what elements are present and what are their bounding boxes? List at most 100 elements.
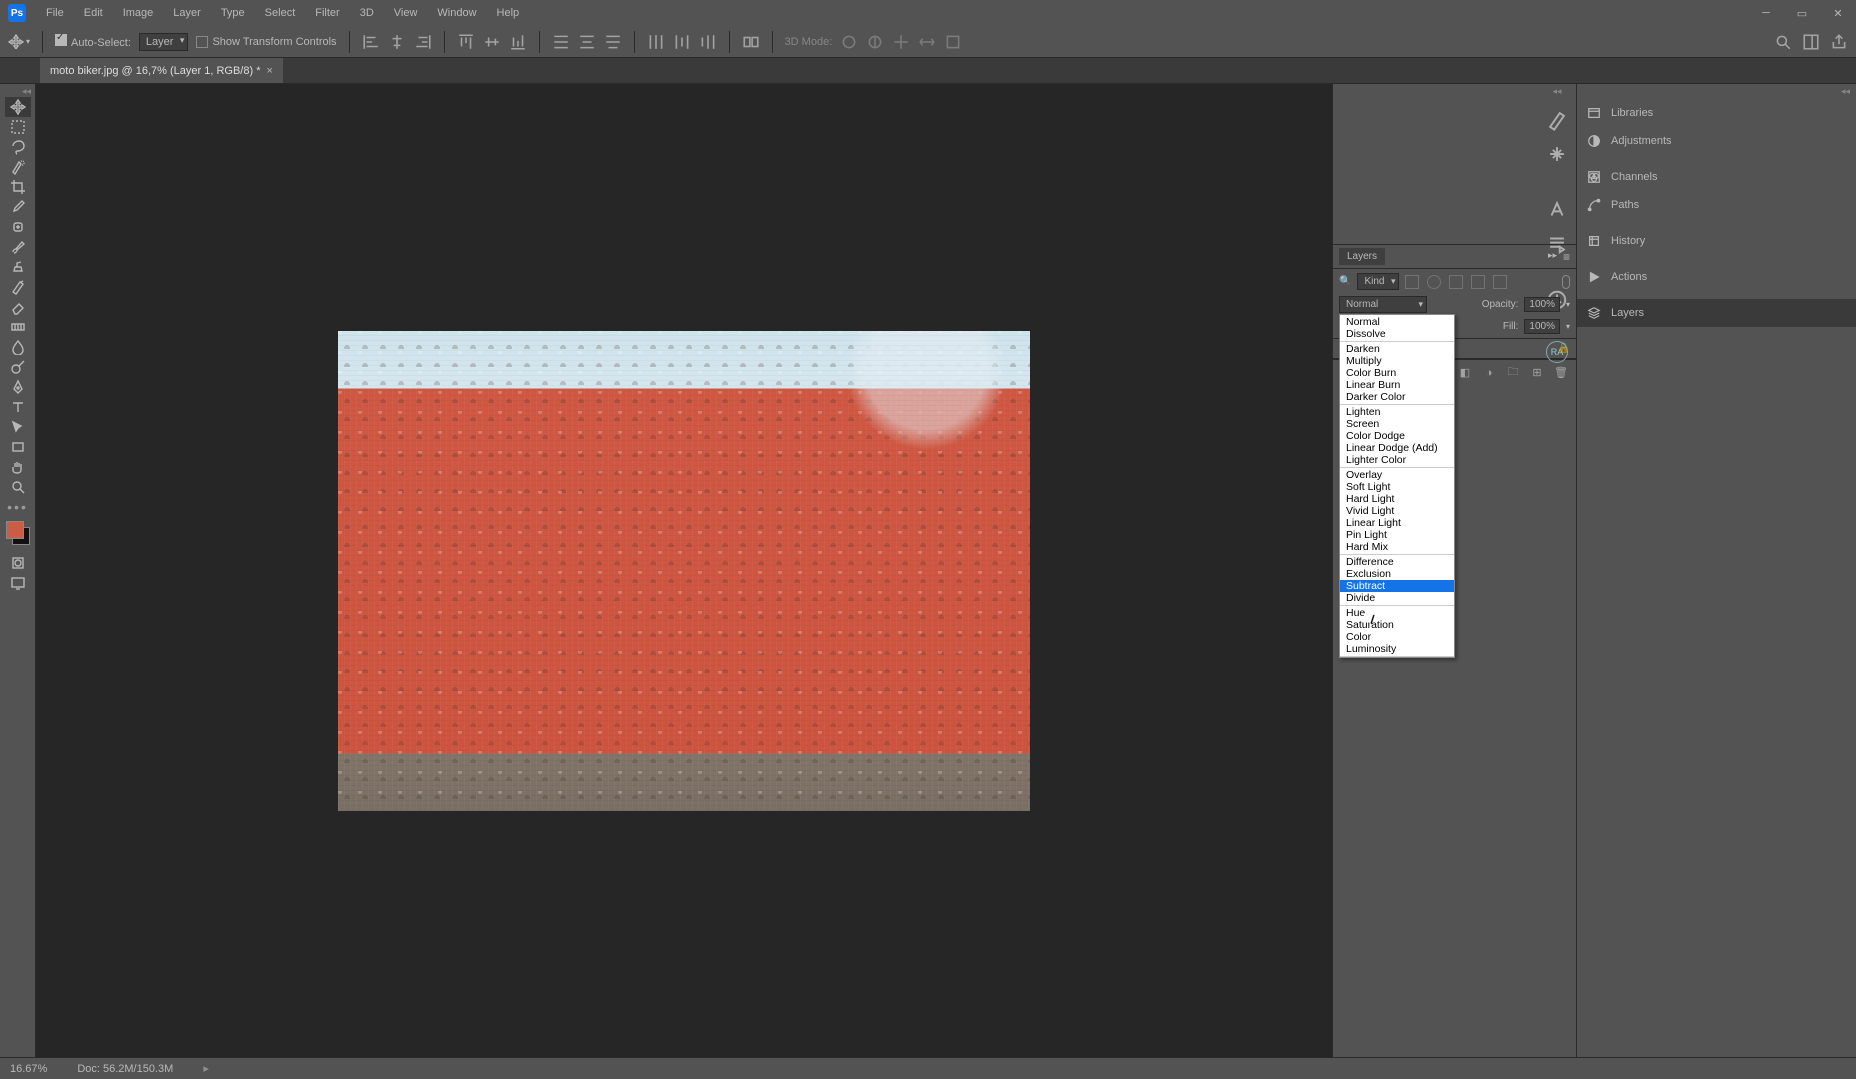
align-left-edges-icon[interactable] bbox=[362, 33, 380, 51]
canvas-area[interactable] bbox=[36, 84, 1332, 1057]
distribute-vertical-icon[interactable] bbox=[578, 33, 596, 51]
align-top-edges-icon[interactable] bbox=[457, 33, 475, 51]
blend-mode-option[interactable]: Saturation bbox=[1340, 619, 1454, 631]
filter-pixel-icon[interactable] bbox=[1405, 275, 1419, 289]
lasso-tool[interactable] bbox=[5, 137, 31, 157]
distribute-right-icon[interactable] bbox=[699, 33, 717, 51]
zoom-tool[interactable] bbox=[5, 477, 31, 497]
panel-layers[interactable]: Layers bbox=[1577, 299, 1856, 327]
hand-tool[interactable] bbox=[5, 457, 31, 477]
blend-mode-option[interactable]: Normal bbox=[1340, 316, 1454, 328]
blend-mode-option[interactable]: Overlay bbox=[1340, 469, 1454, 481]
clone-source-icon[interactable] bbox=[1546, 143, 1568, 165]
eyedropper-tool[interactable] bbox=[5, 197, 31, 217]
quick-selection-tool[interactable] bbox=[5, 157, 31, 177]
share-icon[interactable] bbox=[1830, 33, 1848, 51]
panel-collapse-icon[interactable]: ◂◂ bbox=[1552, 86, 1561, 97]
menu-type[interactable]: Type bbox=[211, 7, 255, 19]
adjustment-layer-icon[interactable]: ◑ bbox=[1482, 366, 1496, 380]
distribute-bottom-icon[interactable] bbox=[604, 33, 622, 51]
align-horizontal-centers-icon[interactable] bbox=[388, 33, 406, 51]
new-layer-icon[interactable]: ⊞ bbox=[1530, 366, 1544, 380]
color-swatches[interactable] bbox=[6, 521, 30, 545]
window-restore-button[interactable]: ▭ bbox=[1784, 0, 1820, 26]
align-right-edges-icon[interactable] bbox=[414, 33, 432, 51]
blend-mode-option[interactable]: Color Burn bbox=[1340, 367, 1454, 379]
panel-actions[interactable]: Actions bbox=[1577, 263, 1856, 291]
panel-channels[interactable]: Channels bbox=[1577, 163, 1856, 191]
panel-libraries[interactable]: Libraries bbox=[1577, 99, 1856, 127]
screen-mode-tool[interactable] bbox=[5, 573, 31, 593]
blend-mode-option[interactable]: Subtract bbox=[1340, 580, 1454, 592]
workspace-switcher-icon[interactable] bbox=[1802, 33, 1820, 51]
panel-paths[interactable]: Paths bbox=[1577, 191, 1856, 219]
history-brush-tool[interactable] bbox=[5, 277, 31, 297]
toolbox-collapse-icon[interactable]: ◂◂ bbox=[22, 86, 31, 97]
window-close-button[interactable]: ✕ bbox=[1820, 0, 1856, 26]
show-transform-checkbox[interactable]: Show Transform Controls bbox=[196, 36, 336, 48]
blend-mode-option[interactable]: Hard Mix bbox=[1340, 541, 1454, 553]
opacity-input[interactable]: 100% bbox=[1524, 297, 1560, 312]
menu-3d[interactable]: 3D bbox=[350, 7, 384, 19]
blend-mode-option[interactable]: Multiply bbox=[1340, 355, 1454, 367]
close-icon[interactable]: × bbox=[266, 65, 272, 77]
spot-healing-brush-tool[interactable] bbox=[5, 217, 31, 237]
blend-mode-option[interactable]: Linear Burn bbox=[1340, 379, 1454, 391]
quick-mask-tool[interactable] bbox=[5, 553, 31, 573]
align-bottom-edges-icon[interactable] bbox=[509, 33, 527, 51]
status-flyout-icon[interactable]: ▸ bbox=[203, 1062, 209, 1075]
filter-adjustment-icon[interactable] bbox=[1427, 275, 1441, 289]
blend-mode-option[interactable]: Color Dodge bbox=[1340, 430, 1454, 442]
blend-mode-option[interactable]: Hard Light bbox=[1340, 493, 1454, 505]
menu-layer[interactable]: Layer bbox=[163, 7, 211, 19]
paragraph-panel-icon[interactable] bbox=[1546, 233, 1568, 255]
blend-mode-option[interactable]: Exclusion bbox=[1340, 568, 1454, 580]
panel-collapse-icon[interactable]: ◂◂ bbox=[1577, 84, 1856, 99]
panel-adjustments[interactable]: Adjustments bbox=[1577, 127, 1856, 155]
document-info[interactable]: Doc: 56.2M/150.3M bbox=[77, 1063, 173, 1075]
blend-mode-select[interactable]: Normal bbox=[1339, 296, 1427, 313]
blend-mode-option[interactable]: Lighter Color bbox=[1340, 454, 1454, 466]
pen-tool[interactable] bbox=[5, 377, 31, 397]
path-selection-tool[interactable] bbox=[5, 417, 31, 437]
delete-layer-icon[interactable]: 🗑 bbox=[1554, 366, 1568, 380]
dodge-tool[interactable] bbox=[5, 357, 31, 377]
filter-shape-icon[interactable] bbox=[1471, 275, 1485, 289]
menu-edit[interactable]: Edit bbox=[74, 7, 113, 19]
zoom-level[interactable]: 16.67% bbox=[10, 1063, 47, 1075]
blend-mode-option[interactable]: Divide bbox=[1340, 592, 1454, 604]
layer-mask-icon[interactable]: ◧ bbox=[1458, 366, 1472, 380]
menu-select[interactable]: Select bbox=[255, 7, 306, 19]
rectangular-marquee-tool[interactable] bbox=[5, 117, 31, 137]
blend-mode-option[interactable]: Soft Light bbox=[1340, 481, 1454, 493]
gradient-tool[interactable] bbox=[5, 317, 31, 337]
blend-mode-option[interactable]: Darker Color bbox=[1340, 391, 1454, 403]
distribute-left-icon[interactable] bbox=[647, 33, 665, 51]
blend-mode-option[interactable]: Color bbox=[1340, 631, 1454, 643]
search-icon[interactable] bbox=[1774, 33, 1792, 51]
blend-mode-option[interactable]: Luminosity bbox=[1340, 643, 1454, 655]
menu-image[interactable]: Image bbox=[113, 7, 164, 19]
character-panel-icon[interactable] bbox=[1546, 199, 1568, 221]
window-minimize-button[interactable]: ─ bbox=[1748, 0, 1784, 26]
align-vertical-centers-icon[interactable] bbox=[483, 33, 501, 51]
blend-mode-option[interactable]: Vivid Light bbox=[1340, 505, 1454, 517]
menu-window[interactable]: Window bbox=[427, 7, 486, 19]
blend-mode-option[interactable]: Screen bbox=[1340, 418, 1454, 430]
blend-mode-option[interactable]: Dissolve bbox=[1340, 328, 1454, 340]
auto-align-icon[interactable] bbox=[742, 33, 760, 51]
menu-filter[interactable]: Filter bbox=[305, 7, 349, 19]
panel-history[interactable]: History bbox=[1577, 227, 1856, 255]
auto-select-checkbox[interactable]: Auto-Select: bbox=[55, 34, 131, 49]
clone-stamp-tool[interactable] bbox=[5, 257, 31, 277]
crop-tool[interactable] bbox=[5, 177, 31, 197]
brush-tool[interactable] bbox=[5, 237, 31, 257]
layer-filter-kind-select[interactable]: Kind bbox=[1357, 273, 1399, 290]
brush-settings-icon[interactable] bbox=[1546, 109, 1568, 131]
filter-smart-icon[interactable] bbox=[1493, 275, 1507, 289]
blend-mode-option[interactable]: Pin Light bbox=[1340, 529, 1454, 541]
blend-mode-option[interactable]: Linear Light bbox=[1340, 517, 1454, 529]
move-tool-preset-icon[interactable]: ▾ bbox=[8, 31, 30, 53]
menu-view[interactable]: View bbox=[384, 7, 428, 19]
distribute-horizontal-icon[interactable] bbox=[673, 33, 691, 51]
